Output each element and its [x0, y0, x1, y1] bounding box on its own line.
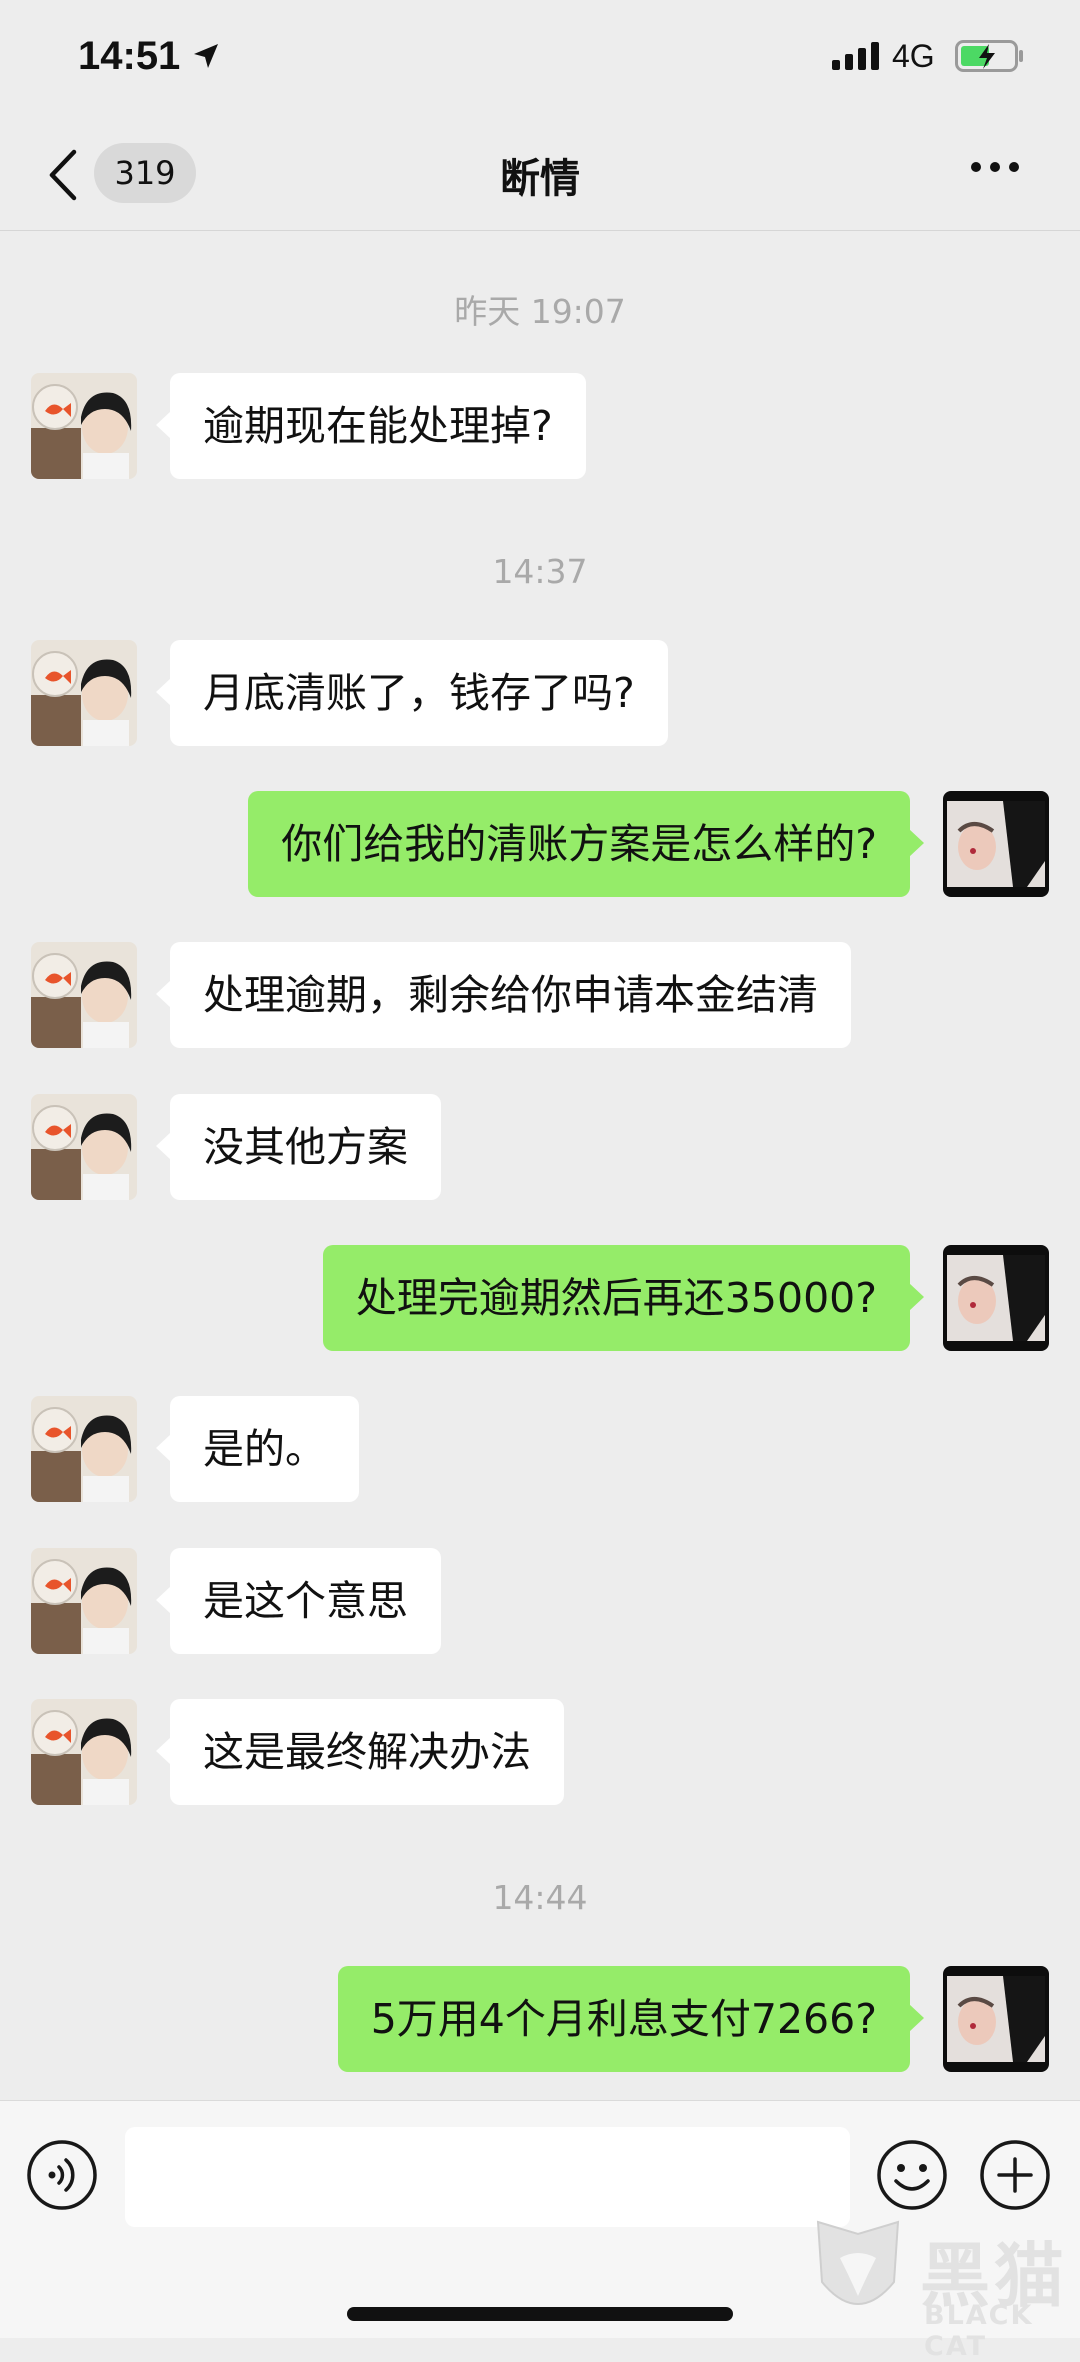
self-avatar[interactable] [943, 1245, 1049, 1351]
contact-avatar-image [31, 1094, 137, 1200]
contact-avatar-image [31, 1548, 137, 1654]
contact-avatar[interactable] [31, 1094, 137, 1200]
message-bubble-received[interactable]: 月底清账了，钱存了吗? [156, 640, 668, 746]
chat-title: 断情 [500, 156, 580, 202]
message-list[interactable]: 昨天 19:07 逾期现在能处理掉? 14:37 月底清账了，钱存了吗? 你们给… [0, 230, 1080, 2100]
more-options-icon[interactable] [970, 160, 1020, 174]
self-avatar-image [943, 791, 1049, 897]
self-avatar-image [943, 1966, 1049, 2072]
contact-avatar-image [31, 640, 137, 746]
input-bar [0, 2100, 1080, 2338]
emoji-icon[interactable] [876, 2139, 948, 2211]
status-bar: 14:51 4G [0, 0, 1080, 120]
location-arrow-icon [194, 44, 218, 68]
contact-avatar[interactable] [31, 640, 137, 746]
message-bubble-received[interactable]: 逾期现在能处理掉? [156, 373, 586, 479]
contact-avatar[interactable] [31, 373, 137, 479]
black-cat-logo-icon [816, 2220, 900, 2305]
message-bubble-received[interactable]: 没其他方案 [156, 1094, 441, 1200]
home-indicator [347, 2307, 733, 2321]
signal-icon [832, 42, 879, 70]
message-bubble-received[interactable]: 这是最终解决办法 [156, 1699, 564, 1805]
contact-avatar-image [31, 1396, 137, 1502]
more-functions-plus-icon[interactable] [979, 2139, 1051, 2211]
contact-avatar-image [31, 1699, 137, 1805]
message-bubble-sent[interactable]: 你们给我的清账方案是怎么样的? [248, 791, 924, 897]
timestamp: 14:37 [492, 552, 588, 591]
voice-input-icon[interactable] [26, 2139, 98, 2211]
timestamp: 昨天 19:07 [454, 292, 626, 331]
battery-charging-icon [955, 40, 1023, 72]
contact-avatar[interactable] [31, 942, 137, 1048]
contact-avatar[interactable] [31, 1699, 137, 1805]
contact-avatar-image [31, 942, 137, 1048]
timestamp: 14:44 [492, 1878, 588, 1917]
contact-avatar[interactable] [31, 1548, 137, 1654]
message-bubble-sent[interactable]: 处理完逾期然后再还35000? [322, 1245, 925, 1351]
message-bubble-sent[interactable]: 5万用4个月利息支付7266? [337, 1966, 925, 2072]
network-type: 4G [892, 38, 935, 74]
message-input[interactable] [125, 2127, 850, 2227]
status-time: 14:51 [78, 34, 181, 78]
self-avatar[interactable] [943, 1966, 1049, 2072]
message-bubble-received[interactable]: 是这个意思 [156, 1548, 441, 1654]
self-avatar-image [943, 1245, 1049, 1351]
message-bubble-received[interactable]: 是的。 [156, 1396, 359, 1502]
watermark-english: BLACK CAT [924, 2300, 1034, 2362]
chat-header: 319 断情 [0, 120, 1080, 231]
contact-avatar[interactable] [31, 1396, 137, 1502]
message-bubble-received[interactable]: 处理逾期，剩余给你申请本金结清 [156, 942, 851, 1048]
self-avatar[interactable] [943, 791, 1049, 897]
contact-avatar-image [31, 373, 137, 479]
